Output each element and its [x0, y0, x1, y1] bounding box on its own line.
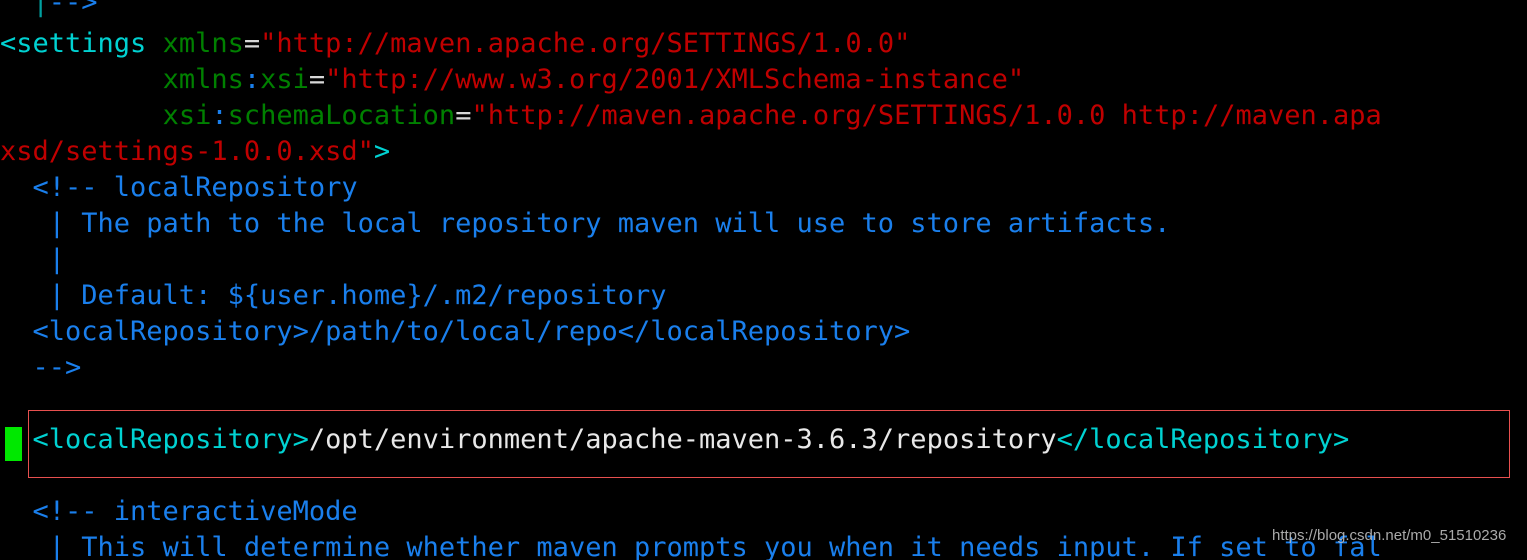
code-token-attr: xsi: [162, 100, 212, 131]
code-token-cmt: | This will determine whether maven prom…: [0, 532, 1382, 560]
block-caret: [5, 427, 22, 461]
code-line-active[interactable]: <localRepository>/opt/environment/apache…: [0, 422, 1527, 458]
code-line[interactable]: xsi:schemaLocation="http://maven.apache.…: [0, 98, 1527, 134]
code-token-punct: :: [243, 64, 261, 95]
code-token-cmtbar: |: [32, 0, 49, 18]
code-token-cmt: | The path to the local repository maven…: [0, 208, 1171, 239]
code-line[interactable]: xmlns:xsi="http://www.w3.org/2001/XMLSch…: [0, 62, 1527, 98]
code-token-val: "http://www.w3.org/2001/XMLSchema-instan…: [325, 64, 1025, 95]
code-token-cmt: |: [0, 244, 66, 275]
code-line[interactable]: | Default: ${user.home}/.m2/repository: [0, 278, 1527, 314]
code-token-attr: schemaLocation: [227, 100, 456, 131]
code-token-txt: /opt/environment/apache-maven-3.6.3/repo…: [308, 424, 1057, 455]
code-token-cmt: | Default: ${user.home}/.m2/repository: [0, 280, 667, 311]
code-token-tag: <settings: [0, 28, 147, 59]
code-token-punct: :: [211, 100, 228, 131]
code-line[interactable]: <!-- localRepository: [0, 170, 1527, 206]
code-token-val: xsd/settings-1.0.0.xsd": [0, 136, 374, 167]
code-line[interactable]: <settings xmlns="http://maven.apache.org…: [0, 26, 1527, 62]
code-token-attr: xsi: [260, 64, 309, 95]
code-line[interactable]: | The path to the local repository maven…: [0, 206, 1527, 242]
code-token-tag: <localRepository>: [32, 424, 309, 455]
code-line[interactable]: |: [0, 242, 1527, 278]
code-line[interactable]: |-->: [0, 0, 1527, 26]
code-token-cmt: <!-- interactiveMode: [0, 496, 358, 527]
code-token-cmt: -->: [48, 0, 98, 18]
code-token-attr: xmlns: [162, 64, 244, 95]
code-token-cmt: <!-- localRepository: [0, 172, 358, 203]
code-area[interactable]: |--> <settings xmlns="http://maven.apache…: [0, 0, 1527, 560]
code-token-eq: =: [243, 28, 261, 59]
code-token-cmt: -->: [0, 352, 82, 383]
code-line[interactable]: -->: [0, 350, 1527, 386]
code-line[interactable]: [0, 386, 1527, 422]
code-token-cmt: [0, 0, 33, 18]
code-token-val: "http://maven.apache.org/SETTINGS/1.0.0": [260, 28, 911, 59]
code-token-attr: xmlns: [162, 28, 244, 59]
code-line[interactable]: [0, 458, 1527, 494]
code-token-eq: =: [308, 64, 326, 95]
code-line[interactable]: <!-- interactiveMode: [0, 494, 1527, 530]
code-token-tag: </localRepository>: [1056, 424, 1350, 455]
terminal-editor-screen: |--> <settings xmlns="http://maven.apache…: [0, 0, 1527, 560]
code-token-eq: =: [455, 100, 472, 131]
csdn-watermark: https://blog.csdn.net/m0_51510236: [1272, 527, 1507, 544]
code-token-tag: >: [373, 136, 391, 167]
code-line[interactable]: xsd/settings-1.0.0.xsd">: [0, 134, 1527, 170]
code-line[interactable]: <localRepository>/path/to/local/repo</lo…: [0, 314, 1527, 350]
code-token-cmt: <localRepository>/path/to/local/repo</lo…: [0, 316, 911, 347]
code-token-val: "http://maven.apache.org/SETTINGS/1.0.0 …: [471, 100, 1382, 131]
